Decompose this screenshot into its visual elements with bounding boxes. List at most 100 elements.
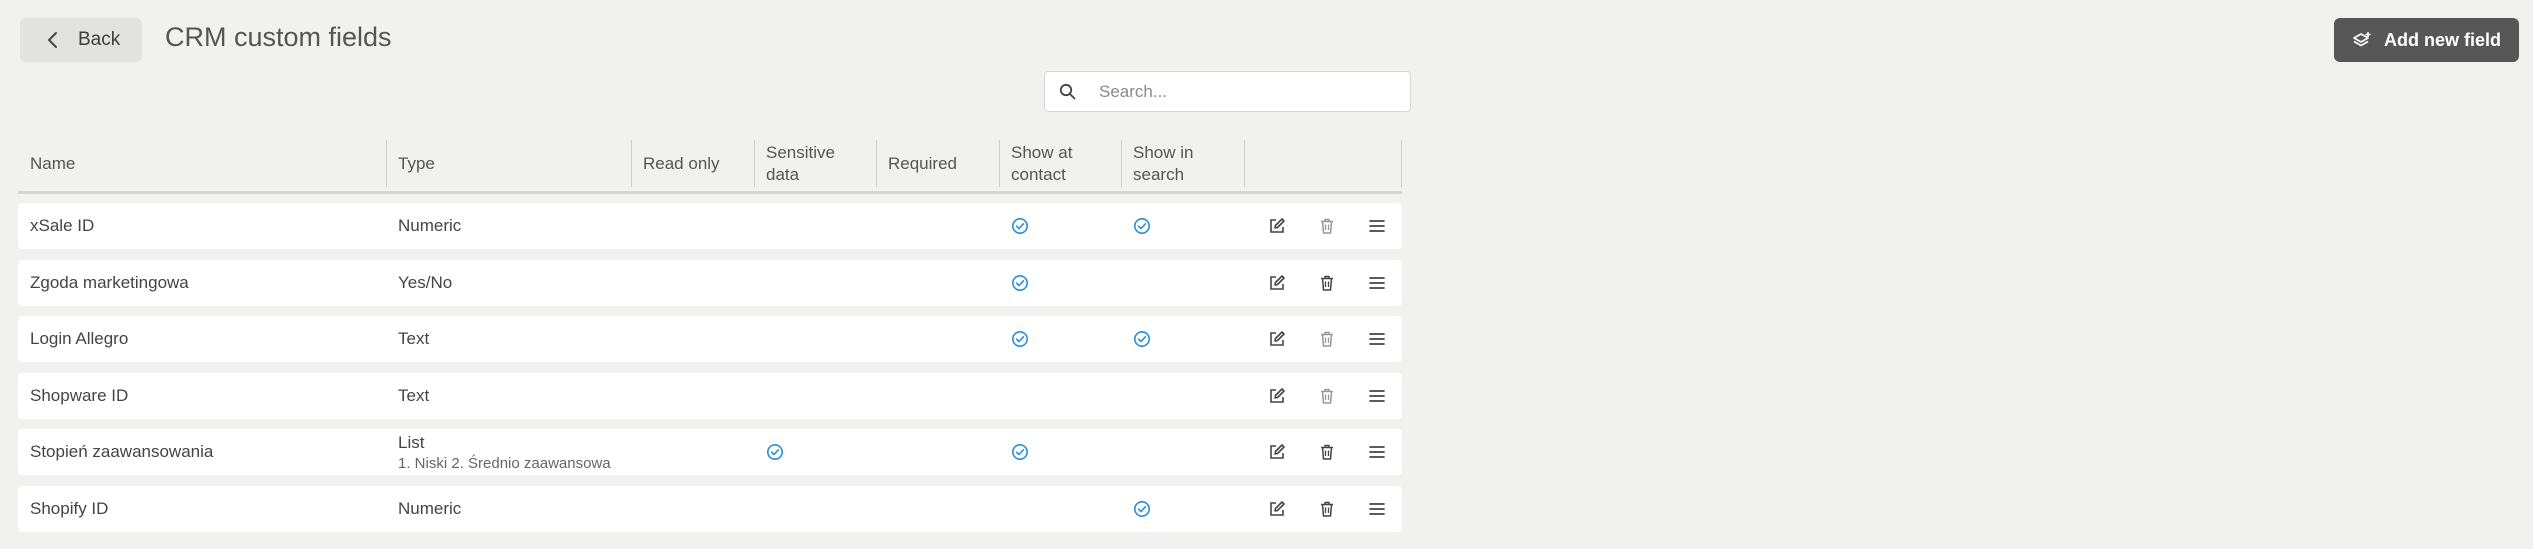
field-type: Text bbox=[398, 385, 430, 405]
field-name-cell: Shopware ID bbox=[18, 373, 386, 419]
show-at-contact-cell bbox=[999, 316, 1121, 362]
field-type: List bbox=[398, 432, 425, 452]
edit-icon[interactable] bbox=[1252, 500, 1302, 518]
drag-handle-icon[interactable] bbox=[1352, 500, 1402, 518]
field-name: Login Allegro bbox=[30, 329, 129, 348]
column-header-required[interactable]: Required bbox=[876, 136, 999, 191]
column-header-actions bbox=[1244, 136, 1402, 191]
field-name: Shopware ID bbox=[30, 385, 129, 405]
column-header-label: Sensitive data bbox=[766, 142, 835, 184]
required-cell bbox=[876, 316, 999, 362]
column-header-show-in-search[interactable]: Show in search bbox=[1121, 136, 1244, 191]
back-label: Back bbox=[78, 29, 121, 50]
table-header: Name Type Read only Sensitive data Requi… bbox=[18, 136, 1402, 194]
field-type-options: 1. Niski 2. Średnio zaawansowa bbox=[398, 454, 611, 472]
page-title: CRM custom fields bbox=[165, 22, 392, 52]
layers-plus-icon bbox=[2353, 32, 2371, 47]
show-at-contact-cell bbox=[999, 486, 1121, 532]
sensitive-data-cell bbox=[754, 486, 876, 532]
check-circle-icon bbox=[1134, 500, 1150, 517]
row-actions bbox=[1244, 316, 1402, 362]
field-name: xSale ID bbox=[30, 216, 95, 235]
field-type-cell: Text bbox=[386, 316, 631, 362]
sensitive-data-cell bbox=[754, 373, 876, 419]
add-new-field-button[interactable]: Add new field bbox=[2334, 18, 2519, 62]
field-name-cell: Shopify ID bbox=[18, 486, 386, 532]
drag-handle-icon[interactable] bbox=[1352, 443, 1402, 461]
trash-icon bbox=[1302, 330, 1352, 348]
edit-icon[interactable] bbox=[1252, 274, 1302, 292]
required-cell bbox=[876, 486, 999, 532]
sensitive-data-cell bbox=[754, 429, 876, 475]
show-in-search-cell bbox=[1121, 260, 1244, 306]
column-header-name[interactable]: Name bbox=[18, 136, 386, 191]
drag-handle-icon[interactable] bbox=[1352, 330, 1402, 348]
field-type: Numeric bbox=[398, 216, 462, 235]
field-name-cell: Stopień zaawansowania bbox=[18, 429, 386, 475]
edit-icon[interactable] bbox=[1252, 217, 1302, 235]
required-cell bbox=[876, 373, 999, 419]
table-row[interactable]: Login Allegro Text bbox=[18, 316, 1402, 362]
column-header-sensitive-data[interactable]: Sensitive data bbox=[754, 136, 876, 191]
trash-icon[interactable] bbox=[1302, 274, 1352, 292]
field-name: Shopify ID bbox=[30, 498, 109, 518]
row-actions bbox=[1244, 429, 1402, 475]
field-type-cell: Numeric bbox=[386, 486, 631, 532]
sensitive-data-cell bbox=[754, 316, 876, 362]
column-header-label: Name bbox=[30, 153, 76, 173]
read-only-cell bbox=[631, 260, 754, 306]
show-in-search-cell bbox=[1121, 373, 1244, 419]
sensitive-data-cell bbox=[754, 260, 876, 306]
table-row[interactable]: Shopware ID Text bbox=[18, 372, 1402, 419]
check-circle-icon bbox=[1012, 331, 1028, 347]
search-input[interactable] bbox=[1089, 81, 1410, 102]
row-actions bbox=[1244, 486, 1402, 532]
field-name-cell: Login Allegro bbox=[18, 316, 386, 362]
table-row[interactable]: Stopień zaawansowania List 1. Niski 2. Śre… bbox=[18, 429, 1402, 475]
read-only-cell bbox=[631, 316, 754, 362]
check-circle-icon bbox=[1012, 444, 1028, 460]
sensitive-data-cell bbox=[754, 203, 876, 249]
check-circle-icon bbox=[767, 444, 783, 460]
trash-icon bbox=[1302, 387, 1352, 405]
table-row[interactable]: Shopify ID Numeric bbox=[18, 485, 1402, 532]
show-in-search-cell bbox=[1121, 486, 1244, 532]
read-only-cell bbox=[631, 429, 754, 475]
search-icon bbox=[1045, 83, 1089, 100]
check-circle-icon bbox=[1134, 218, 1150, 234]
show-at-contact-cell bbox=[999, 260, 1121, 306]
chevron-left-icon bbox=[48, 32, 57, 48]
edit-icon[interactable] bbox=[1252, 387, 1302, 405]
column-header-type[interactable]: Type bbox=[386, 136, 631, 191]
column-header-label: Show in search bbox=[1133, 142, 1194, 184]
field-type-cell: Numeric bbox=[386, 203, 631, 249]
add-new-field-label: Add new field bbox=[2384, 29, 2501, 50]
row-actions bbox=[1244, 203, 1402, 249]
field-type-cell: List 1. Niski 2. Średnio zaawansowa bbox=[386, 429, 631, 475]
back-button[interactable]: Back bbox=[20, 18, 142, 62]
required-cell bbox=[876, 203, 999, 249]
column-header-show-at-contact[interactable]: Show at contact bbox=[999, 136, 1121, 191]
edit-icon[interactable] bbox=[1252, 443, 1302, 461]
field-type: Numeric bbox=[398, 498, 462, 518]
drag-handle-icon[interactable] bbox=[1352, 217, 1402, 235]
required-cell bbox=[876, 260, 999, 306]
required-cell bbox=[876, 429, 999, 475]
read-only-cell bbox=[631, 373, 754, 419]
table-row[interactable]: Zgoda marketingowa Yes/No bbox=[18, 259, 1402, 306]
table-row[interactable]: xSale ID Numeric bbox=[18, 203, 1402, 249]
column-header-label: Type bbox=[398, 153, 435, 173]
column-header-label: Read only bbox=[643, 153, 720, 173]
show-in-search-cell bbox=[1121, 203, 1244, 249]
drag-handle-icon[interactable] bbox=[1352, 387, 1402, 405]
field-type: Text bbox=[398, 329, 430, 348]
trash-icon[interactable] bbox=[1302, 443, 1352, 461]
show-in-search-cell bbox=[1121, 429, 1244, 475]
column-header-label: Required bbox=[888, 153, 957, 173]
check-circle-icon bbox=[1012, 218, 1028, 234]
show-in-search-cell bbox=[1121, 316, 1244, 362]
drag-handle-icon[interactable] bbox=[1352, 274, 1402, 292]
column-header-read-only[interactable]: Read only bbox=[631, 136, 754, 191]
edit-icon[interactable] bbox=[1252, 330, 1302, 348]
trash-icon[interactable] bbox=[1302, 500, 1352, 518]
